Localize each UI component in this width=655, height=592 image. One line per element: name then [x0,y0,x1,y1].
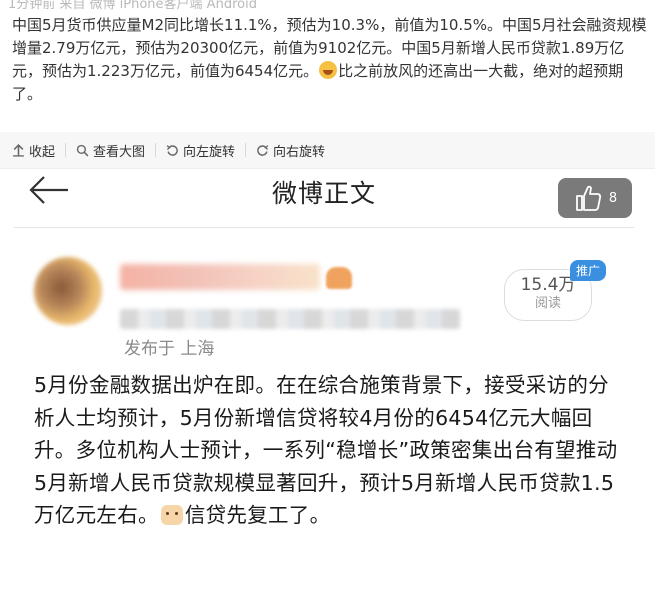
screenshot-title: 微博正文 [271,179,376,208]
post-location: 发布于 上海 [124,339,215,359]
view-large-button[interactable]: 查看大图 [76,141,145,160]
post-text: 中国5月货币供应量M2同比增长11.1%，预估为10.3%，前值为10.5%。中… [12,14,648,106]
collapse-button[interactable]: 收起 [12,141,55,160]
rotate-right-button[interactable]: 向右旋转 [256,141,325,160]
screenshot-header: 微博正文 8 [14,169,634,218]
rotate-left-button[interactable]: 向左旋转 [166,141,235,160]
rotate-right-icon [257,144,269,156]
laughing-emoji-icon [319,61,338,79]
previous-line-cut: 1分钟前 来自 微博 iPhone客户端 Android [8,0,257,12]
vip-badge-icon [326,267,352,289]
header-divider [14,227,634,228]
like-badge[interactable]: 8 [558,178,632,218]
image-toolbar: 收起 查看大图 向左旋转 向右旋转 [0,132,655,169]
attached-screenshot[interactable]: 微博正文 8 发布于 上海 15.4万 阅读 推广 5月份金融数据出炉在即。在在… [14,169,634,592]
rotate-left-icon [166,144,178,156]
search-icon [76,144,89,156]
promo-tag: 推广 [570,260,607,281]
rotate-right-label: 向右旋转 [273,144,326,160]
blurred-username [120,264,320,290]
article-text-part2: 信贷先复工了。 [184,503,331,527]
read-label: 阅读 [534,296,561,311]
blurred-meta [120,309,460,329]
article-text: 5月份金融数据出炉在即。在在综合施策背景下，接受采访的分析人士均预计，5月份新增… [34,369,624,532]
thumbs-up-icon [575,185,602,211]
collapse-up-icon [13,143,24,157]
like-count: 8 [608,190,618,206]
toolbar-divider [245,143,247,157]
toolbar-divider [65,143,67,157]
collapse-label: 收起 [29,144,56,160]
cat-emoji-icon [160,505,183,525]
view-large-label: 查看大图 [93,144,146,160]
toolbar-divider [155,143,157,157]
rotate-left-label: 向左旋转 [183,144,236,160]
avatar [34,257,102,325]
